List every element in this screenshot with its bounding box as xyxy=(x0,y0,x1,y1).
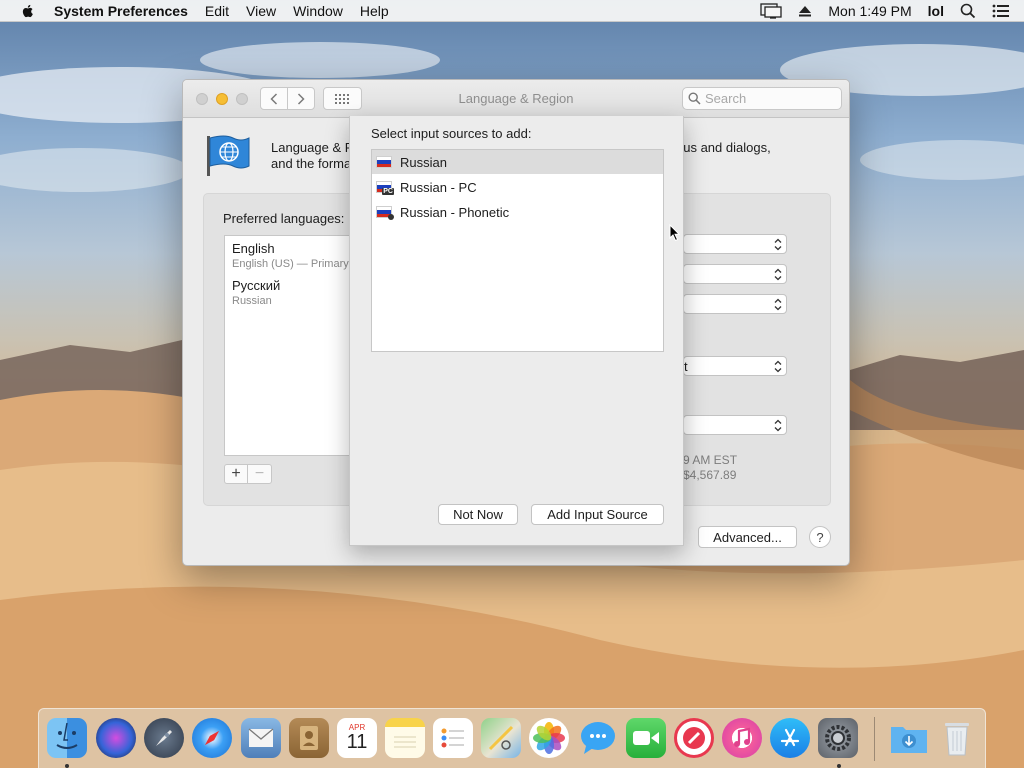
trash-icon[interactable] xyxy=(937,718,977,758)
popup-chevron-icon xyxy=(774,268,782,281)
temperature-popup[interactable]: t xyxy=(683,356,787,376)
input-source-name: Russian - PC xyxy=(400,179,477,195)
notification-center-icon[interactable] xyxy=(992,4,1010,18)
popup-chevron-icon xyxy=(774,419,782,432)
remove-language-button[interactable]: − xyxy=(248,465,271,483)
preferences-search-field[interactable]: Search xyxy=(682,87,842,110)
window-titlebar[interactable]: Language & Region Search xyxy=(183,80,849,118)
language-detail: English (US) — Primary xyxy=(232,258,349,270)
downloads-icon[interactable] xyxy=(889,718,929,758)
siri-icon[interactable] xyxy=(96,718,136,758)
first-day-popup[interactable] xyxy=(683,264,787,284)
menu-bar: System Preferences Edit View Window Help… xyxy=(0,0,1024,22)
russian-pc-flag-icon: PC xyxy=(376,181,394,195)
reminders-icon[interactable] xyxy=(433,718,473,758)
eject-icon[interactable] xyxy=(798,4,812,18)
messages-icon[interactable] xyxy=(578,718,618,758)
calendar-icon[interactable]: APR 11 xyxy=(337,718,377,758)
news-icon[interactable] xyxy=(674,718,714,758)
list-sort-order-popup[interactable] xyxy=(683,415,787,435)
popup-chevron-icon xyxy=(774,298,782,311)
apple-menu-icon[interactable] xyxy=(20,3,36,19)
add-input-source-sheet: Select input sources to add: Russian PC … xyxy=(349,116,684,546)
launchpad-icon[interactable] xyxy=(144,718,184,758)
mouse-cursor-icon xyxy=(669,224,680,242)
search-placeholder: Search xyxy=(705,91,747,106)
add-language-button[interactable]: + xyxy=(225,465,249,483)
preferred-languages-list[interactable]: English English (US) — Primary Русский R… xyxy=(224,235,364,456)
add-input-source-button[interactable]: Add Input Source xyxy=(531,504,664,525)
advanced-button[interactable]: Advanced... xyxy=(698,526,797,548)
popup-chevron-icon xyxy=(774,238,782,251)
spotlight-search-icon[interactable] xyxy=(960,3,976,19)
search-icon xyxy=(688,92,701,105)
input-sources-list[interactable]: Russian PC Russian - PC Russian - Phonet… xyxy=(371,149,664,352)
itunes-icon[interactable] xyxy=(722,718,762,758)
preferred-languages-label: Preferred languages: xyxy=(223,211,345,226)
pc-badge: PC xyxy=(382,188,394,195)
language-item-english[interactable]: English English (US) — Primary xyxy=(232,241,349,270)
menu-edit[interactable]: Edit xyxy=(205,3,229,19)
description-line1-right: nus and dialogs, xyxy=(676,140,771,155)
app-store-icon[interactable] xyxy=(770,718,810,758)
menu-view[interactable]: View xyxy=(246,3,276,19)
display-mirroring-icon[interactable] xyxy=(760,3,783,19)
input-source-row[interactable]: PC Russian - PC xyxy=(372,175,663,199)
menu-help[interactable]: Help xyxy=(360,3,389,19)
popup-chevron-icon xyxy=(774,360,782,373)
dock: APR 11 xyxy=(38,708,986,768)
input-source-name: Russian - Phonetic xyxy=(400,204,510,220)
safari-icon[interactable] xyxy=(192,718,232,758)
language-name: English xyxy=(232,241,275,256)
input-source-name: Russian xyxy=(400,154,447,170)
dock-separator xyxy=(874,717,875,761)
calendar-day: 11 xyxy=(346,730,368,753)
region-popup[interactable] xyxy=(683,234,787,254)
language-detail: Russian xyxy=(232,295,272,307)
mail-icon[interactable] xyxy=(241,718,281,758)
help-button[interactable]: ? xyxy=(809,526,831,548)
facetime-icon[interactable] xyxy=(626,718,666,758)
input-source-row[interactable]: Russian xyxy=(372,150,663,174)
input-source-row[interactable]: Russian - Phonetic xyxy=(372,200,663,224)
menu-clock[interactable]: Mon 1:49 PM xyxy=(828,3,911,19)
sheet-title: Select input sources to add: xyxy=(371,126,532,141)
description-line1-left: Language & R xyxy=(271,140,355,155)
language-name: Русский xyxy=(232,278,281,293)
menu-user[interactable]: lol xyxy=(928,3,944,19)
finder-icon[interactable] xyxy=(47,718,87,758)
menu-app-name[interactable]: System Preferences xyxy=(54,3,188,19)
maps-icon[interactable] xyxy=(481,718,521,758)
photos-icon[interactable] xyxy=(529,718,569,758)
system-preferences-icon[interactable] xyxy=(818,718,858,758)
not-now-button[interactable]: Not Now xyxy=(438,504,518,525)
language-item-russian[interactable]: Русский Russian xyxy=(232,278,280,307)
calendar-popup[interactable] xyxy=(683,294,787,314)
sample-number: $4,567.89 xyxy=(683,468,737,482)
russian-flag-icon xyxy=(376,156,392,168)
language-region-flag-icon xyxy=(207,135,250,176)
contacts-icon[interactable] xyxy=(289,718,329,758)
add-remove-language-control: + − xyxy=(224,464,272,484)
notes-icon[interactable] xyxy=(385,718,425,758)
menu-window[interactable]: Window xyxy=(293,3,343,19)
russian-phonetic-flag-icon xyxy=(376,206,394,220)
sample-time: 9 AM EST xyxy=(683,453,738,467)
